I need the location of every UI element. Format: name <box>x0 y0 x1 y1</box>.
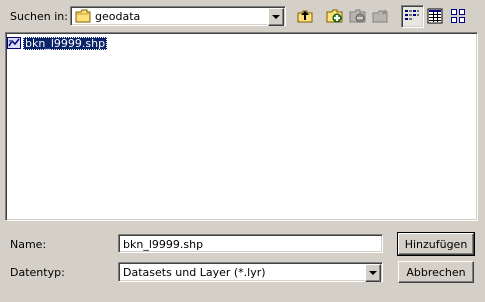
lookin-label: Suchen in: <box>10 10 68 23</box>
type-label: Datentyp: <box>10 266 65 279</box>
cancel-button[interactable]: Abbrechen <box>398 261 474 283</box>
thumbnail-view-button[interactable] <box>448 6 469 26</box>
disconnect-folder-icon <box>349 9 366 23</box>
shapefile-icon <box>7 37 21 49</box>
add-button[interactable]: Hinzufügen <box>397 232 475 256</box>
thumbnail-view-icon <box>451 9 465 23</box>
details-view-button[interactable] <box>425 6 446 26</box>
type-dropdown-button[interactable] <box>365 264 381 282</box>
details-view-icon <box>427 8 443 24</box>
up-one-level-button[interactable] <box>295 6 316 26</box>
name-field[interactable]: bkn_l9999.shp <box>118 234 383 253</box>
add-button-label: Hinzufügen <box>404 237 468 251</box>
lookin-value: geodata <box>95 10 141 23</box>
list-view-icon <box>405 10 419 20</box>
lookin-combo[interactable]: geodata <box>70 6 286 26</box>
new-folder-icon <box>372 9 388 23</box>
connect-folder-button[interactable] <box>324 6 345 26</box>
new-folder-button[interactable] <box>370 6 391 26</box>
name-field-value: bkn_l9999.shp <box>123 238 204 251</box>
connect-folder-icon <box>326 9 343 23</box>
file-list[interactable] <box>5 32 478 221</box>
type-combo-value: Datasets und Layer (*.lyr) <box>123 266 266 279</box>
add-data-dialog: Suchen in: geodata bkn_l9999.shp Name: b… <box>0 0 485 302</box>
list-view-button[interactable] <box>401 5 424 28</box>
folder-up-icon <box>297 10 313 23</box>
list-item[interactable]: bkn_l9999.shp <box>7 36 108 50</box>
lookin-dropdown-button[interactable] <box>268 8 284 26</box>
disconnect-folder-button[interactable] <box>347 6 368 26</box>
folder-icon <box>75 9 91 26</box>
name-label: Name: <box>10 238 47 251</box>
file-name: bkn_l9999.shp <box>23 36 108 50</box>
type-combo[interactable]: Datasets und Layer (*.lyr) <box>118 262 383 282</box>
cancel-button-label: Abbrechen <box>406 265 466 279</box>
